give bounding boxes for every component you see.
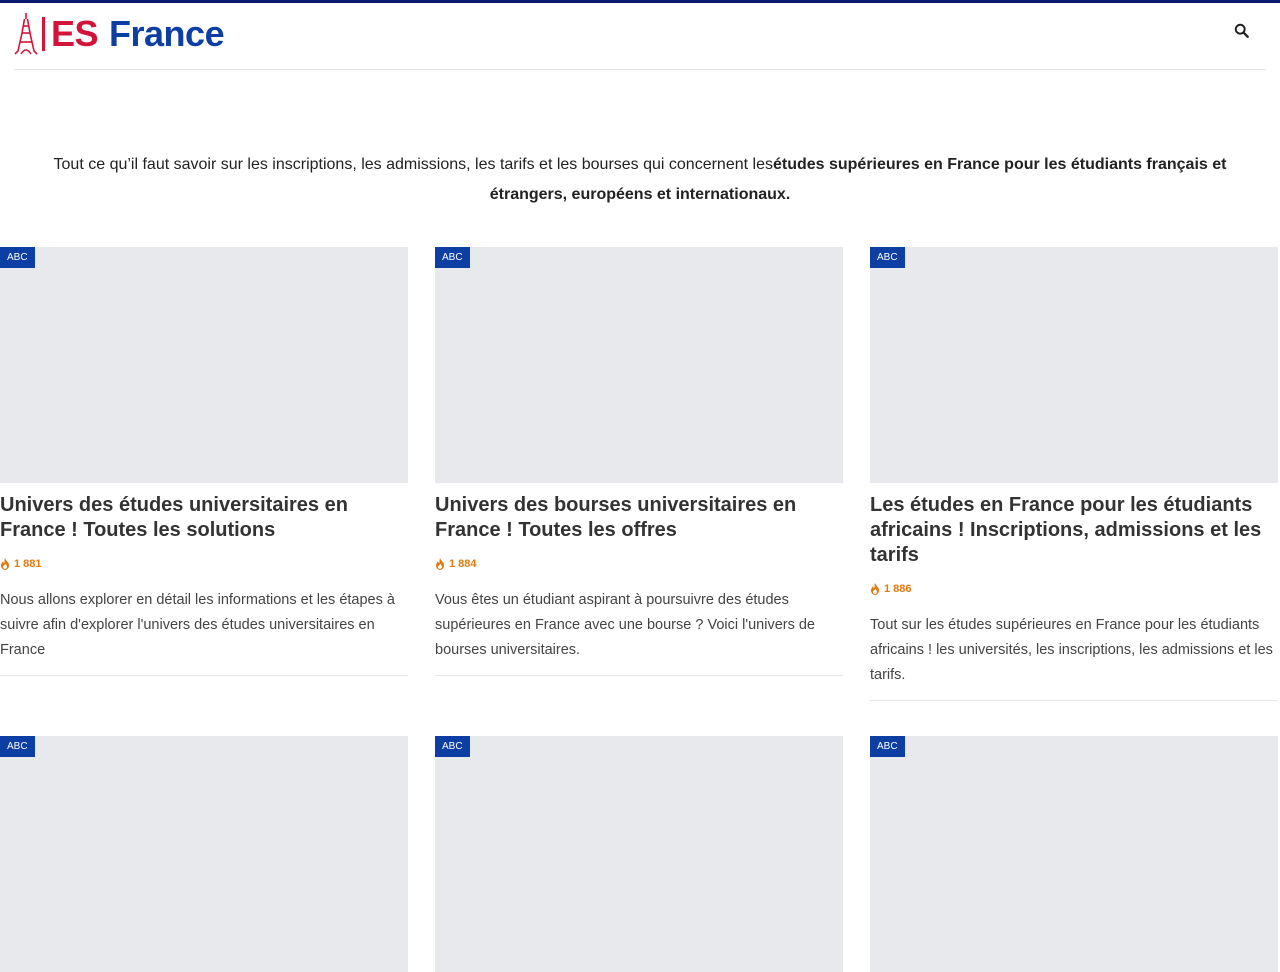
card-divider	[435, 675, 843, 676]
logo-france-text: France	[109, 13, 225, 54]
view-count: 1 884	[435, 557, 843, 571]
article-card: ABC	[0, 736, 408, 972]
view-count-value: 1 884	[449, 558, 477, 570]
category-badge[interactable]: ABC	[0, 247, 35, 268]
article-excerpt: Vous êtes un étudiant aspirant à poursui…	[435, 592, 815, 658]
view-count-value: 1 881	[14, 558, 42, 570]
article-excerpt: Tout sur les études supérieures en Franc…	[870, 617, 1273, 683]
category-badge[interactable]: ABC	[435, 247, 470, 268]
intro-text: Tout ce qu’il faut savoir sur les inscri…	[0, 150, 1280, 210]
site-logo[interactable]: ES France	[14, 13, 225, 55]
view-count-value: 1 886	[884, 583, 912, 595]
article-card: ABC	[435, 736, 843, 972]
article-thumbnail[interactable]: ABC	[435, 247, 843, 483]
card-divider	[870, 700, 1278, 701]
article-title[interactable]: Univers des bourses universitaires en Fr…	[435, 493, 843, 543]
category-badge[interactable]: ABC	[870, 736, 905, 757]
flame-icon	[871, 583, 879, 595]
flame-icon	[436, 558, 444, 570]
article-thumbnail[interactable]: ABC	[870, 736, 1278, 972]
category-badge[interactable]: ABC	[0, 736, 35, 757]
article-card: ABC Univers des bourses universitaires e…	[435, 247, 843, 676]
view-count: 1 886	[870, 582, 1278, 596]
logo-divider	[42, 17, 45, 51]
card-divider	[0, 675, 408, 676]
view-count: 1 881	[0, 557, 408, 571]
logo-es-text: ES	[51, 13, 99, 54]
article-card: ABC	[870, 736, 1278, 972]
flame-icon	[1, 558, 9, 570]
article-title[interactable]: Les études en France pour les étudiants …	[870, 493, 1278, 568]
article-card: ABC Les études en France pour les étudia…	[870, 247, 1278, 701]
eiffel-tower-icon	[14, 13, 38, 55]
search-icon	[1234, 23, 1249, 38]
article-thumbnail[interactable]: ABC	[0, 247, 408, 483]
search-button[interactable]	[1234, 23, 1252, 41]
article-card: ABC Univers des études universitaires en…	[0, 247, 408, 676]
article-thumbnail[interactable]: ABC	[870, 247, 1278, 483]
category-badge[interactable]: ABC	[870, 247, 905, 268]
site-header: ES France	[14, 3, 1266, 70]
article-title[interactable]: Univers des études universitaires en Fra…	[0, 493, 408, 543]
intro-plain: Tout ce qu’il faut savoir sur les inscri…	[53, 156, 773, 173]
article-thumbnail[interactable]: ABC	[0, 736, 408, 972]
category-badge[interactable]: ABC	[435, 736, 470, 757]
article-thumbnail[interactable]: ABC	[435, 736, 843, 972]
article-excerpt: Nous allons explorer en détail les infor…	[0, 592, 395, 658]
